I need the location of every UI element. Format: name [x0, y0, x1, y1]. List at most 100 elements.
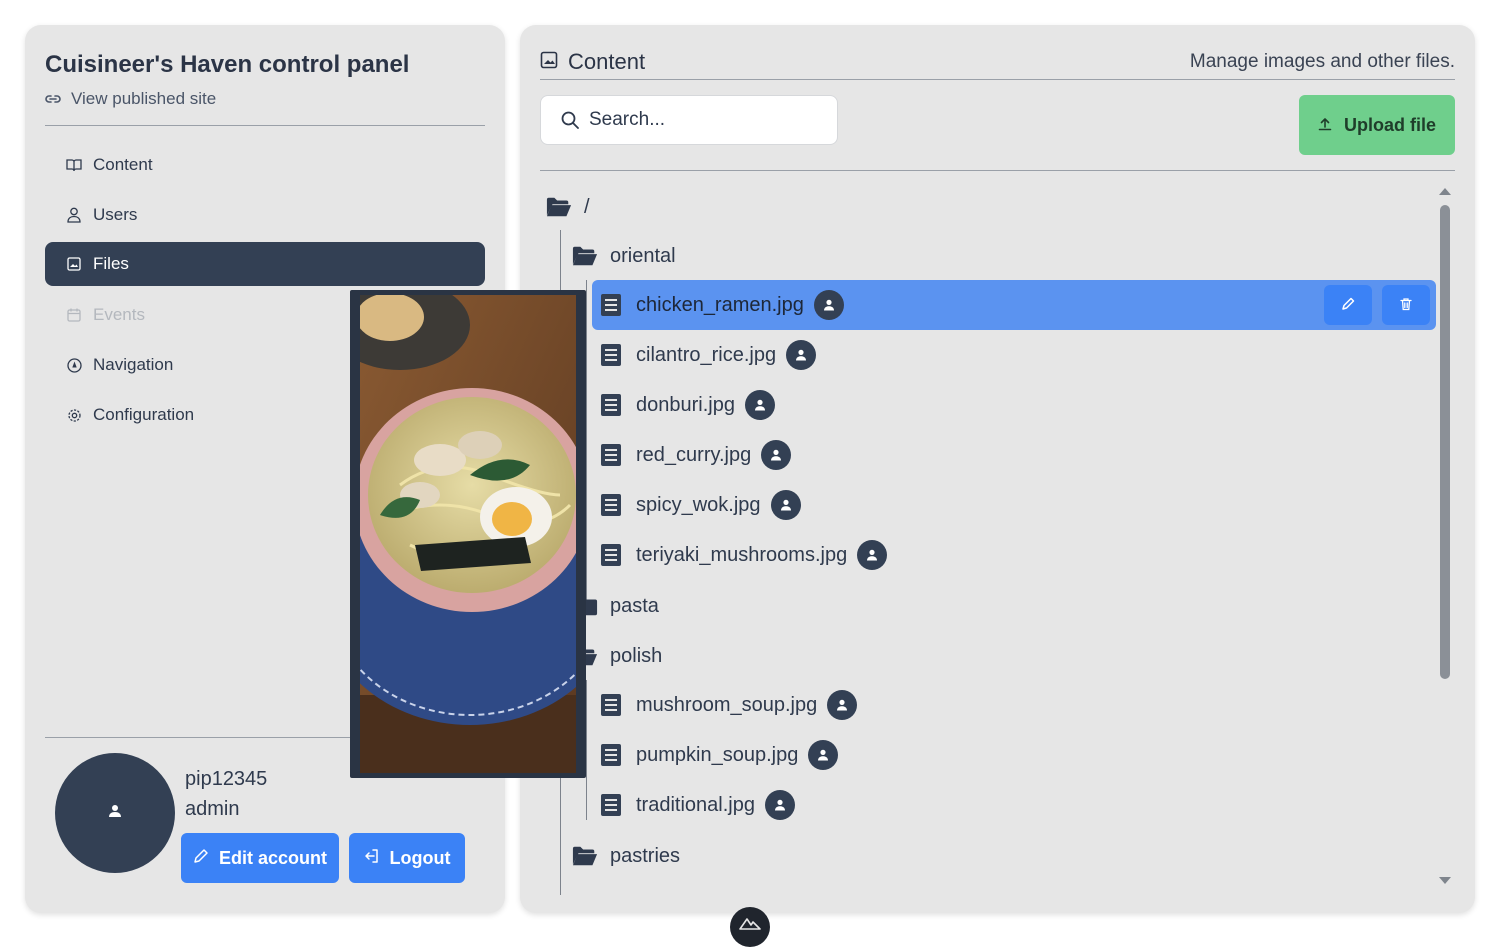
file-row[interactable]: teriyaki_mushrooms.jpg [598, 530, 888, 580]
image-icon [66, 256, 82, 272]
nav-label: Navigation [93, 355, 174, 374]
link-icon [45, 89, 61, 109]
tree-guide [586, 680, 587, 820]
pencil-icon [1341, 294, 1355, 317]
file-icon [598, 693, 624, 717]
scroll-down-arrow[interactable] [1439, 877, 1451, 884]
search-icon [561, 111, 579, 129]
file-name: chicken_ramen.jpg [636, 293, 804, 316]
file-icon [598, 343, 624, 367]
view-published-site-link[interactable]: View published site [45, 89, 216, 109]
owner-icon [857, 540, 888, 570]
rename-button[interactable] [1324, 285, 1372, 325]
nav-label: Files [93, 254, 129, 273]
image-preview [350, 290, 586, 778]
nav-label: Configuration [93, 405, 195, 424]
nav-item-files[interactable]: Files [45, 242, 485, 286]
scroll-up-arrow[interactable] [1439, 188, 1451, 195]
user-icon [66, 207, 82, 223]
scrollbar-thumb[interactable] [1440, 205, 1450, 679]
owner-icon [761, 440, 792, 470]
search-placeholder: Search... [589, 109, 666, 130]
page-subtitle: Manage images and other files. [1189, 51, 1455, 72]
divider [540, 79, 1455, 80]
file-name: traditional.jpg [636, 793, 755, 816]
owner-icon [827, 690, 858, 720]
page-title-label: Content [568, 49, 646, 74]
avatar [55, 753, 175, 873]
file-icon [598, 443, 624, 467]
panel-title: Cuisineer's Haven control panel [45, 51, 410, 78]
file-row[interactable]: red_curry.jpg [598, 430, 792, 480]
logout-icon [364, 848, 380, 869]
upload-label: Upload file [1343, 114, 1436, 135]
book-icon [66, 157, 82, 173]
file-icon [598, 493, 624, 517]
file-icon [598, 543, 624, 567]
user-role: admin [185, 798, 240, 820]
owner-icon [764, 790, 795, 820]
owner-icon [786, 340, 817, 370]
file-icon [598, 793, 624, 817]
nav-label: Content [93, 155, 153, 174]
user-icon [108, 804, 122, 823]
owner-icon [808, 740, 839, 770]
ramen-photo [360, 295, 576, 773]
upload-icon [1318, 115, 1332, 136]
nav-item-content[interactable]: Content [45, 143, 485, 187]
delete-button[interactable] [1382, 285, 1430, 325]
folder-open-icon [572, 845, 598, 867]
page-title: Content [540, 49, 645, 75]
folder-oriental[interactable]: oriental [572, 231, 676, 281]
file-name: spicy_wok.jpg [636, 493, 761, 516]
edit-account-button[interactable]: Edit account [181, 833, 339, 883]
logout-label: Logout [389, 847, 451, 868]
mountain-icon [739, 916, 761, 935]
folder-open-icon [546, 196, 572, 218]
upload-file-button[interactable]: Upload file [1299, 95, 1455, 155]
file-row[interactable]: cilantro_rice.jpg [598, 330, 817, 380]
owner-icon [744, 390, 775, 420]
folder-open-icon [572, 245, 598, 267]
file-row[interactable]: traditional.jpg [598, 780, 795, 830]
row-actions [1324, 285, 1430, 325]
nav-label: Users [93, 205, 138, 224]
owner-icon [813, 290, 844, 320]
nav-label: Events [93, 305, 145, 324]
file-name: pumpkin_soup.jpg [636, 743, 799, 766]
file-icon [598, 743, 624, 767]
file-name: red_curry.jpg [636, 443, 752, 466]
devtools-button[interactable] [730, 907, 770, 947]
file-name: donburi.jpg [636, 393, 735, 416]
gear-icon [66, 407, 82, 423]
published-link-label: View published site [71, 89, 217, 108]
file-row[interactable]: pumpkin_soup.jpg [598, 730, 839, 780]
file-row-selected[interactable]: chicken_ramen.jpg [592, 280, 1436, 330]
username: pip12345 [185, 768, 268, 790]
file-icon [598, 393, 624, 417]
logout-button[interactable]: Logout [349, 833, 465, 883]
folder-label: polish [610, 644, 663, 667]
tree-guide [586, 280, 587, 600]
folder-label: oriental [610, 244, 676, 267]
image-icon [540, 49, 558, 75]
folder-label: pastries [610, 844, 681, 867]
content-panel: Content Manage images and other files. S… [520, 25, 1475, 913]
trash-icon [1399, 294, 1413, 317]
file-icon [598, 293, 624, 317]
divider [45, 125, 485, 126]
folder-root[interactable]: / [546, 182, 590, 232]
pencil-icon [193, 848, 209, 869]
file-row[interactable]: donburi.jpg [598, 380, 775, 430]
file-name: mushroom_soup.jpg [636, 693, 818, 716]
search-input[interactable]: Search... [540, 95, 838, 145]
file-row[interactable]: mushroom_soup.jpg [598, 680, 858, 730]
folder-label: / [584, 195, 590, 218]
nav-item-users[interactable]: Users [45, 193, 485, 237]
divider [540, 170, 1455, 171]
file-name: teriyaki_mushrooms.jpg [636, 543, 848, 566]
calendar-icon [66, 307, 82, 323]
edit-account-label: Edit account [218, 847, 327, 868]
folder-pastries[interactable]: pastries [572, 831, 680, 881]
file-row[interactable]: spicy_wok.jpg [598, 480, 801, 530]
